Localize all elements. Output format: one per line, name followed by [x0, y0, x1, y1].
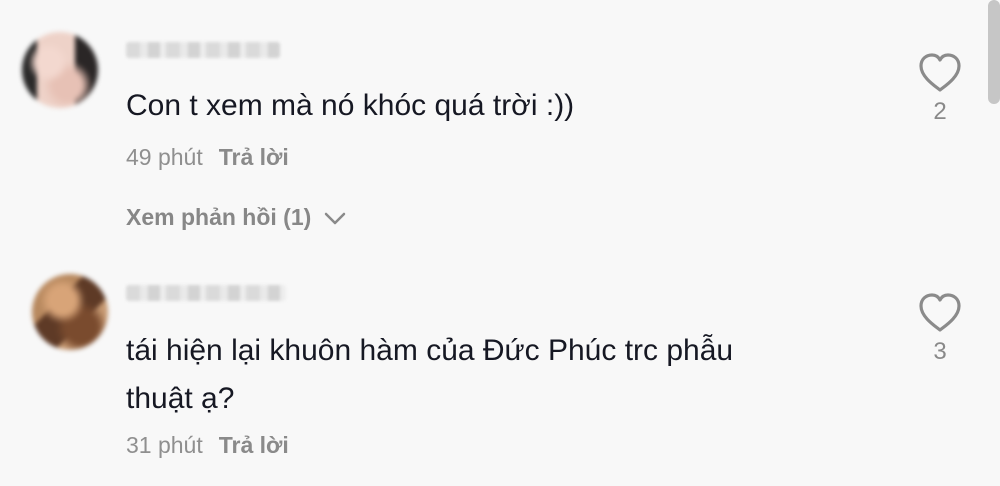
reply-button[interactable]: Trả lời	[219, 432, 289, 458]
like-count: 2	[933, 98, 947, 125]
comment-text-line-1: tái hiện lại khuôn hàm của Đức Phúc trc …	[126, 334, 734, 367]
view-replies-label: Xem phản hồi (1)	[126, 204, 312, 230]
like-button[interactable]: 3	[910, 292, 970, 365]
comment-meta: 49 phút Trả lời	[126, 142, 289, 172]
heart-outline-icon	[919, 53, 961, 92]
avatar[interactable]	[32, 274, 108, 350]
like-button[interactable]: 2	[910, 52, 970, 125]
blurred-username[interactable]	[126, 285, 286, 301]
scrollbar-thumb[interactable]	[988, 0, 1000, 104]
comment-time: 49 phút	[126, 144, 203, 170]
avatar[interactable]	[22, 32, 98, 108]
comment-meta: 31 phút Trả lời	[126, 430, 289, 460]
comment-text-line-2: thuật ạ?	[126, 382, 235, 415]
reply-button[interactable]: Trả lời	[219, 144, 289, 170]
comment-text: Con t xem mà nó khóc quá trời :))	[126, 89, 575, 122]
chevron-down-icon	[324, 212, 345, 225]
like-count: 3	[933, 338, 947, 365]
blurred-username[interactable]	[126, 42, 280, 58]
heart-outline-icon	[919, 293, 961, 332]
comment-time: 31 phút	[126, 432, 203, 458]
comment-text: tái hiện lại khuôn hàm của Đức Phúc trc …	[126, 327, 733, 423]
view-replies-button[interactable]: Xem phản hồi (1)	[126, 201, 346, 233]
